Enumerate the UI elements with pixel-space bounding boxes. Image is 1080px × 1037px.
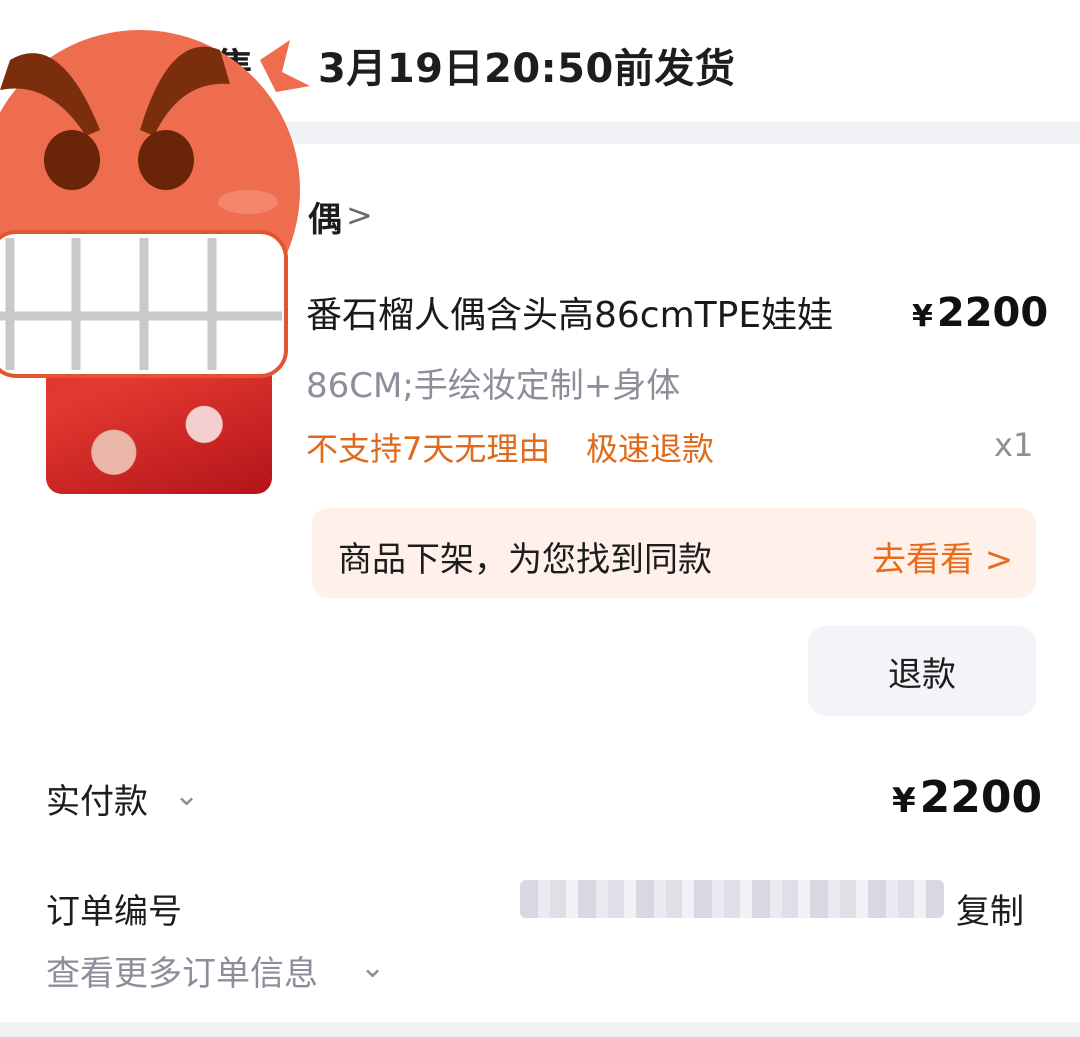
no-return-tag: 不支持7天无理由 [306, 430, 551, 468]
product-spec: 86CM;手绘妆定制+身体 [306, 366, 681, 406]
ship-deadline-text: 3月19日20:50前发货 [318, 46, 736, 92]
price-value: 2200 [936, 290, 1049, 336]
paid-amount-label[interactable]: 实付款 [46, 774, 148, 823]
more-order-info-link[interactable]: 查看更多订单信息 [46, 946, 318, 995]
fast-refund-tag: 极速退款 [586, 430, 715, 468]
product-title[interactable]: 番石榴人偶含头高86cmTPE娃娃 [306, 286, 833, 338]
currency-symbol: ¥ [892, 781, 916, 821]
order-number-label: 订单编号 [46, 892, 182, 932]
product-quantity: x1 [994, 426, 1034, 464]
refund-button[interactable]: 退款 [808, 626, 1036, 716]
chevron-right-icon[interactable]: > [346, 196, 373, 234]
section-divider [0, 1022, 1080, 1037]
copy-button[interactable]: 复制 [956, 884, 1024, 933]
off-shelf-text: 商品下架，为您找到同款 [338, 540, 712, 580]
chevron-down-icon[interactable]: ⌄ [360, 950, 385, 985]
paid-amount: ¥2200 [892, 772, 1042, 823]
chevron-down-icon[interactable]: ⌄ [174, 778, 199, 813]
shop-name[interactable]: 偶 [308, 192, 342, 241]
paid-amount-value: 2200 [919, 772, 1043, 823]
product-price: ¥2200 [912, 290, 1048, 336]
currency-symbol: ¥ [912, 299, 933, 334]
view-similar-link[interactable]: 去看看 > [872, 532, 1013, 581]
order-number-redacted [520, 880, 944, 918]
angry-face-sticker-icon [0, 30, 310, 378]
